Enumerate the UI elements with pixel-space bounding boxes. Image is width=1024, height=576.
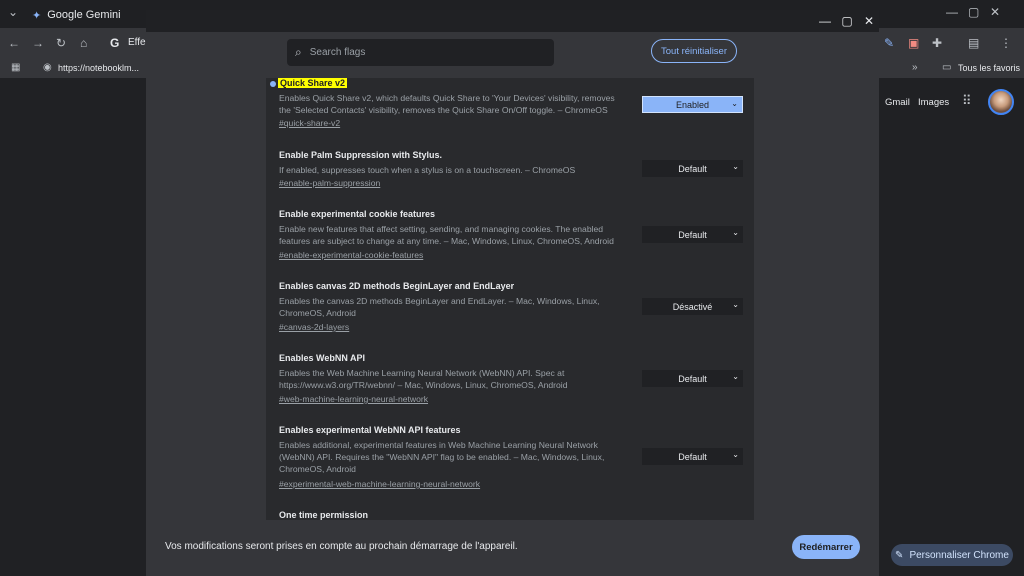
chevron-right-icon[interactable]: » (912, 62, 918, 74)
flags-header: ⌕ Tout réinitialiser (146, 32, 879, 78)
side-panel-icon[interactable]: ▤ (968, 37, 979, 49)
flag-title: Enable experimental cookie features (279, 209, 436, 219)
flag-select-value: Default (678, 229, 707, 240)
extensions-icon[interactable]: ✚ (932, 37, 942, 49)
flag-link[interactable]: #enable-experimental-cookie-features (279, 250, 423, 260)
close-icon[interactable]: ✕ (862, 14, 876, 28)
flag-select-value: Désactivé (672, 301, 713, 312)
flag-select-webnn-api[interactable]: Default ⌄ (642, 370, 743, 387)
customize-chrome-label: Personnaliser Chrome (909, 549, 1009, 561)
flag-link[interactable]: #experimental-web-machine-learning-neura… (279, 479, 480, 489)
apps-grid-icon[interactable]: ▦ (11, 62, 20, 74)
minimize-icon[interactable]: — (818, 14, 832, 28)
tab-search-icon[interactable]: ⌄ (8, 6, 18, 18)
chevron-down-icon: ⌄ (731, 99, 738, 108)
flag-description: Enables the Web Machine Learning Neural … (279, 368, 568, 390)
tab-title: Google Gemini (47, 9, 121, 21)
flag-description: If enabled, suppresses touch when a styl… (279, 165, 576, 175)
reset-all-button[interactable]: Tout réinitialiser (651, 39, 737, 63)
flag-select-value: Default (678, 373, 707, 384)
flags-body: Quick Share v2 Enables Quick Share v2, w… (146, 78, 879, 520)
customize-chrome-button[interactable]: ✎ Personnaliser Chrome (891, 544, 1013, 566)
window-restore-icon[interactable]: ▢ (968, 6, 979, 18)
link-gmail[interactable]: Gmail (885, 97, 910, 108)
link-images[interactable]: Images (918, 97, 949, 108)
folder-icon: ▭ (942, 62, 952, 73)
modified-indicator (270, 81, 276, 87)
flag-list[interactable]: Quick Share v2 Enables Quick Share v2, w… (266, 78, 754, 520)
flag-select-canvas-2d-layers[interactable]: Désactivé ⌄ (642, 298, 743, 315)
omnibox-text[interactable]: Effe (128, 37, 146, 48)
flag-title: Enables canvas 2D methods BeginLayer and… (279, 281, 515, 291)
flag-description: Enable new features that affect setting,… (279, 224, 614, 246)
google-icon: G (110, 36, 120, 50)
chevron-down-icon: ⌄ (732, 162, 739, 171)
flag-link[interactable]: #quick-share-v2 (279, 118, 340, 128)
flag-description: Enables the canvas 2D methods BeginLayer… (279, 296, 600, 318)
flag-title: Enables experimental WebNN API features (279, 425, 461, 435)
flag-title: Quick Share v2 (278, 78, 348, 88)
flag-description: Enables additional, experimental feature… (279, 440, 605, 474)
flag-select-quick-share-v2[interactable]: Enabled ⌄ (642, 96, 743, 113)
flag-select-palm-suppression[interactable]: Default ⌄ (642, 160, 743, 177)
search-icon: ⌕ (295, 45, 302, 59)
chevron-down-icon: ⌄ (732, 450, 739, 459)
gift-extension-icon[interactable]: ▣ (908, 37, 919, 49)
flag-title: One time permission (279, 510, 369, 520)
flag-link[interactable]: #enable-palm-suppression (279, 178, 380, 188)
restart-button[interactable]: Redémarrer (792, 535, 860, 559)
pen-extension-icon[interactable]: ✎ (884, 37, 894, 49)
flags-window: — ▢ ✕ ⌕ Tout réinitialiser Quick Share v… (146, 10, 879, 576)
window-titlebar: — ▢ ✕ (146, 10, 879, 32)
window-close-icon[interactable]: ✕ (990, 6, 1000, 18)
restart-footer: Vos modifications seront prises en compt… (146, 520, 879, 576)
flag-select-value: Enabled (675, 99, 710, 110)
flag-select-cookie-features[interactable]: Default ⌄ (642, 226, 743, 243)
notebooklm-icon: ◉ (43, 62, 52, 73)
search-input[interactable] (307, 46, 528, 59)
reload-icon[interactable]: ↻ (56, 37, 66, 49)
chevron-down-icon: ⌄ (732, 372, 739, 381)
maximize-icon[interactable]: ▢ (840, 14, 854, 28)
avatar[interactable] (988, 89, 1014, 115)
flag-title: Enable Palm Suppression with Stylus. (279, 150, 443, 160)
flag-select-value: Default (678, 451, 707, 462)
home-icon[interactable]: ⌂ (80, 37, 87, 49)
menu-icon[interactable]: ⋮ (1000, 37, 1012, 49)
flag-select-experimental-webnn[interactable]: Default ⌄ (642, 448, 743, 465)
flag-select-value: Default (678, 163, 707, 174)
search-box[interactable]: ⌕ (287, 39, 554, 66)
chevron-down-icon: ⌄ (732, 300, 739, 309)
gemini-icon: ✦ (32, 9, 42, 22)
bookmark-folder-all[interactable]: Tous les favoris (958, 63, 1020, 73)
window-minimize-icon[interactable]: — (946, 6, 958, 18)
flag-link[interactable]: #web-machine-learning-neural-network (279, 394, 428, 404)
flag-description: Enables Quick Share v2, which defaults Q… (279, 93, 615, 115)
forward-icon[interactable]: → (32, 37, 44, 49)
flag-link[interactable]: #canvas-2d-layers (279, 322, 349, 332)
restart-message: Vos modifications seront prises en compt… (165, 541, 518, 552)
tab-gemini[interactable]: ✦ Google Gemini (32, 4, 121, 26)
flag-title: Enables WebNN API (279, 353, 366, 363)
chevron-down-icon: ⌄ (732, 228, 739, 237)
back-icon[interactable]: ← (8, 37, 20, 49)
pencil-icon: ✎ (895, 549, 904, 561)
google-apps-icon[interactable]: ⠿ (962, 94, 972, 107)
bookmark-notebooklm[interactable]: https://notebooklm... (58, 63, 139, 73)
